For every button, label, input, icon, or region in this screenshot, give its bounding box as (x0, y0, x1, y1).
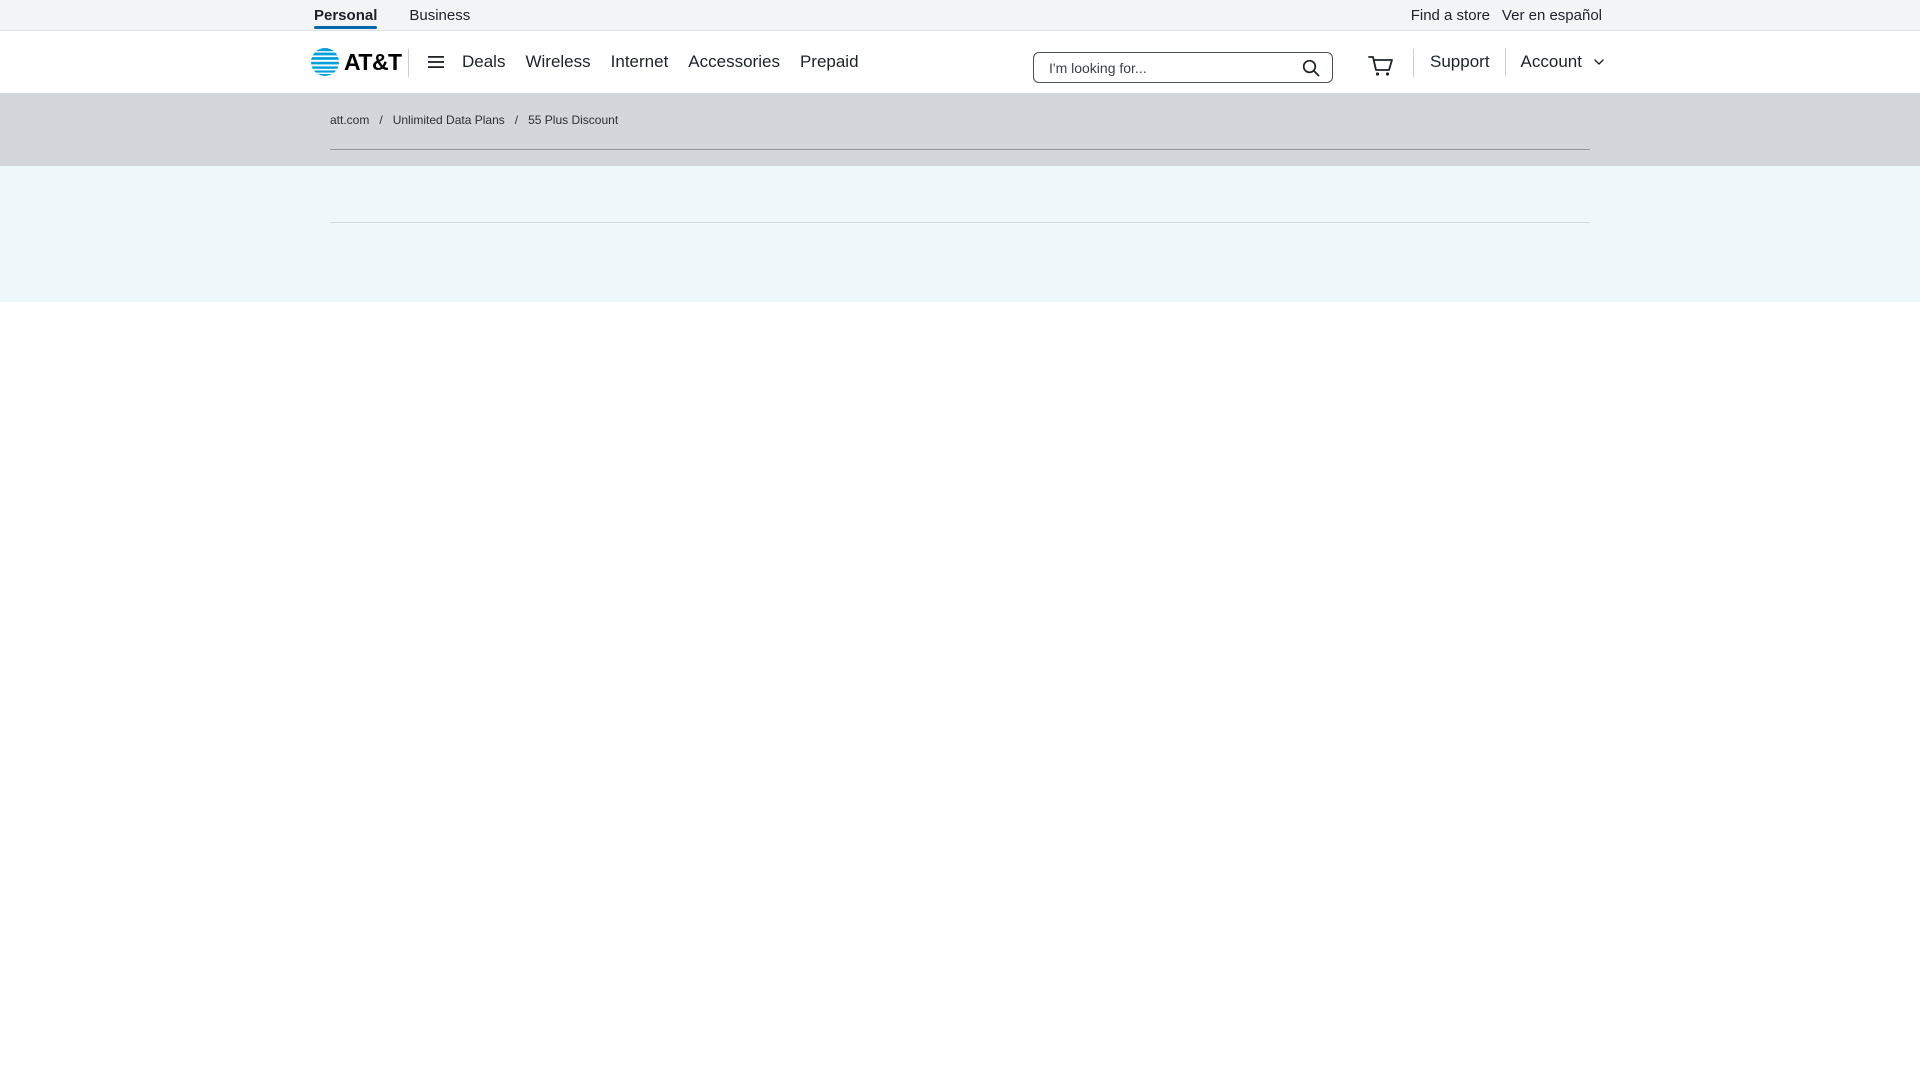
main-header: AT&T Deals Wireless Internet Accessories… (0, 31, 1920, 93)
find-a-store-link[interactable]: Find a store (1411, 0, 1490, 31)
search-icon[interactable] (1302, 59, 1320, 77)
breadcrumb-band: att.com / Unlimited Data Plans / 55 Plus… (0, 93, 1920, 166)
nav-prepaid[interactable]: Prepaid (800, 52, 859, 72)
support-link[interactable]: Support (1430, 52, 1490, 72)
breadcrumb: att.com / Unlimited Data Plans / 55 Plus… (330, 113, 618, 127)
logo-wordmark: AT&T (344, 48, 402, 75)
header-right-links: Support Account (1430, 31, 1604, 93)
header-divider (1413, 49, 1414, 77)
hero-band (0, 166, 1920, 302)
att-globe-icon (311, 48, 339, 76)
search-box (1033, 52, 1333, 83)
primary-nav: Deals Wireless Internet Accessories Prep… (462, 31, 859, 93)
chevron-down-icon (1594, 59, 1604, 65)
nav-deals[interactable]: Deals (462, 52, 505, 72)
breadcrumb-divider (330, 149, 1590, 150)
personal-link[interactable]: Personal (314, 0, 378, 31)
breadcrumb-separator: / (514, 113, 519, 127)
hero-divider (330, 222, 1590, 223)
account-menu[interactable]: Account (1521, 52, 1604, 72)
cart-icon[interactable] (1368, 55, 1394, 77)
breadcrumb-item[interactable]: att.com (330, 113, 369, 127)
search-input[interactable] (1034, 53, 1284, 82)
header-divider (408, 49, 409, 77)
header-divider (1504, 48, 1506, 76)
utility-links: Find a store Ver en español (1411, 0, 1602, 31)
breadcrumb-separator: / (379, 113, 383, 127)
utility-bar: Personal Business Find a store Ver en es… (0, 0, 1920, 31)
nav-wireless[interactable]: Wireless (525, 52, 590, 72)
breadcrumb-current: 55 Plus Discount (528, 113, 619, 127)
business-link[interactable]: Business (409, 0, 470, 31)
segment-switcher: Personal Business (314, 0, 470, 31)
nav-accessories[interactable]: Accessories (688, 52, 780, 72)
hamburger-menu-icon[interactable] (427, 53, 445, 71)
account-label: Account (1520, 52, 1582, 71)
nav-internet[interactable]: Internet (611, 52, 669, 72)
breadcrumb-item[interactable]: Unlimited Data Plans (393, 113, 505, 127)
att-logo[interactable]: AT&T (310, 47, 402, 77)
spanish-language-link[interactable]: Ver en español (1502, 0, 1602, 31)
